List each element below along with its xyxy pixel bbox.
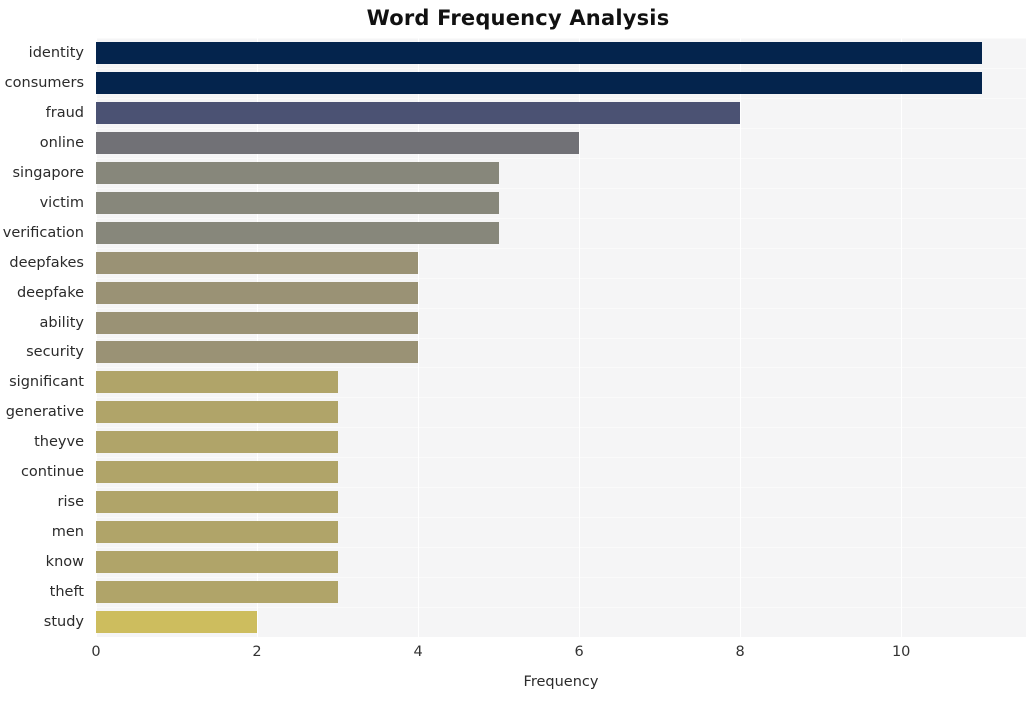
y-axis-tick-label: security <box>26 344 84 361</box>
y-axis-tick-label: know <box>45 554 84 571</box>
word-frequency-chart: Word Frequency Analysis identity consumer… <box>0 0 1036 701</box>
x-axis-tick-label: 4 <box>413 644 423 660</box>
y-axis-tick-label: significant <box>9 374 84 391</box>
x-axis-tick-label: 10 <box>891 644 911 660</box>
y-axis-tick-label: generative <box>5 404 84 421</box>
x-axis-title: Frequency <box>523 674 599 690</box>
y-axis-tick-label: study <box>43 614 84 631</box>
x-axis-tick-label: 8 <box>735 644 745 660</box>
x-axis-tick-label: 2 <box>252 644 262 660</box>
x-axis-tick-label: 6 <box>574 644 584 660</box>
y-axis-labels: identity consumers fraud online singapore vic… <box>0 38 1036 637</box>
y-axis-tick-label: continue <box>20 464 84 481</box>
y-axis-tick-label: deepfake <box>16 284 84 301</box>
y-axis-tick-label: fraud <box>45 104 84 121</box>
y-axis-tick-label: singapore <box>12 164 84 181</box>
y-axis-tick-label: victim <box>39 194 84 211</box>
y-axis-tick-label: consumers <box>4 74 84 91</box>
y-axis-tick-label: rise <box>57 494 84 511</box>
y-axis-tick-label: theft <box>49 584 84 601</box>
y-axis-tick-label: men <box>51 524 84 541</box>
y-axis-tick-label: deepfakes <box>9 254 84 271</box>
chart-title: Word Frequency Analysis <box>366 6 670 30</box>
y-axis-tick-label: theyve <box>34 434 84 451</box>
y-axis-tick-label: verification <box>2 224 84 241</box>
x-axis-tick-label: 0 <box>91 644 101 660</box>
y-axis-tick-label: identity <box>28 44 84 61</box>
y-axis-tick-label: ability <box>39 314 84 331</box>
y-axis-tick-label: online <box>39 134 84 151</box>
